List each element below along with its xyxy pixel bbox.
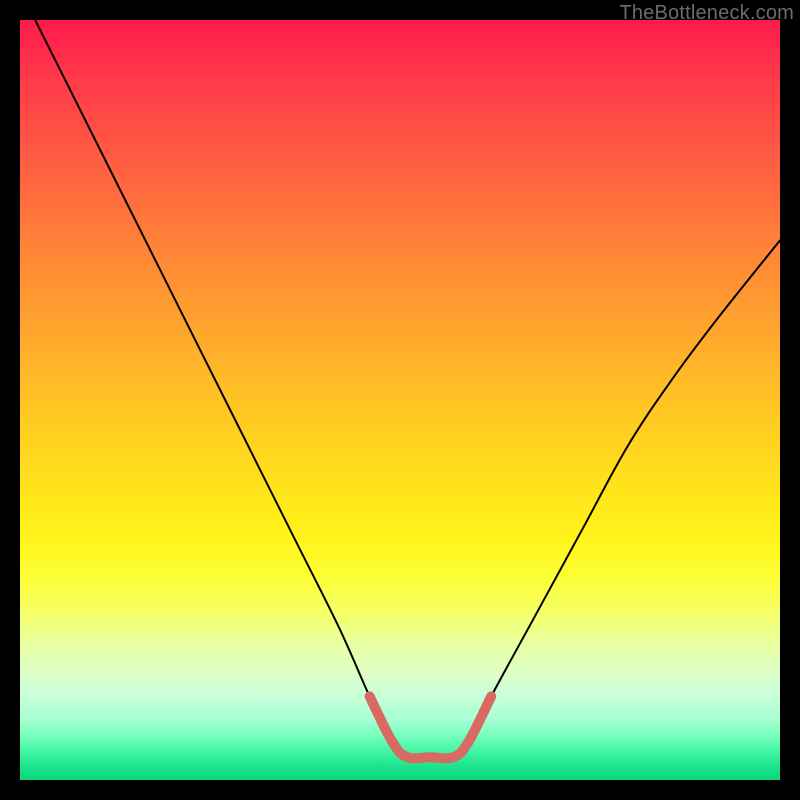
bottleneck-curve bbox=[35, 20, 780, 758]
optimal-range-highlight bbox=[370, 696, 492, 758]
chart-frame: TheBottleneck.com bbox=[0, 0, 800, 800]
curve-svg bbox=[20, 20, 780, 780]
watermark: TheBottleneck.com bbox=[619, 2, 794, 25]
plot-area bbox=[20, 20, 780, 780]
